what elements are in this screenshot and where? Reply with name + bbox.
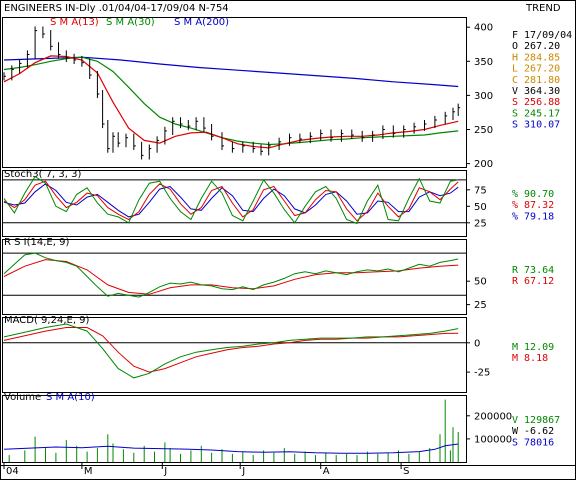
price-info-value: S 256.88 bbox=[512, 97, 560, 108]
volume-info-value: V 129867 bbox=[512, 415, 560, 426]
volume-label: Volume bbox=[4, 392, 41, 403]
legend-sma30: S M A(30) bbox=[106, 17, 155, 28]
macd-tick-label: 0 bbox=[474, 338, 480, 349]
price-info-value: L 267.20 bbox=[512, 64, 560, 75]
rsi-info-value: R 73.64 bbox=[512, 265, 554, 276]
macd-label: MACD( 9,24,E, 9) bbox=[4, 315, 90, 326]
month-tick-label: 04 bbox=[6, 466, 19, 477]
stoch-info-value: % 90.70 bbox=[512, 189, 554, 200]
price-info-value: C 281.80 bbox=[512, 75, 560, 86]
stoch-info-value: % 87.32 bbox=[512, 200, 554, 211]
macd-info-value: M 8.18 bbox=[512, 353, 548, 364]
legend-sma13: S M A(13) bbox=[50, 17, 99, 28]
stoch-tick-label: 75 bbox=[474, 185, 487, 196]
price-info-value: S 310.07 bbox=[512, 120, 560, 131]
month-tick-label: J bbox=[163, 466, 167, 477]
price-info-value: O 267.20 bbox=[512, 41, 560, 52]
stoch-tick-label: 25 bbox=[474, 218, 487, 229]
stoch-label: Stoch3( 7, 3, 3) bbox=[4, 169, 81, 180]
month-tick-label: M bbox=[84, 466, 93, 477]
volume-info-value: W -6.62 bbox=[512, 426, 554, 437]
price-info-value: F 17/09/04 bbox=[512, 30, 572, 41]
volume-sma-label: S M A(10) bbox=[46, 392, 95, 403]
price-tick-label: 200 bbox=[474, 159, 493, 170]
legend-sma200: S M A(200) bbox=[174, 17, 229, 28]
chart-svg: ENGINEERS IN-Dly .01/04/04-17/09/04 N-75… bbox=[0, 0, 576, 480]
volume-info-value: S 78016 bbox=[512, 437, 554, 448]
trend-label: TREND bbox=[525, 3, 561, 14]
price-info-value: V 364.30 bbox=[512, 86, 560, 97]
price-info-value: H 284.85 bbox=[512, 52, 560, 63]
month-tick-label: S bbox=[403, 466, 409, 477]
volume-tick-label: 100000 bbox=[474, 434, 512, 445]
rsi-tick-label: 50 bbox=[474, 277, 487, 288]
price-tick-label: 400 bbox=[474, 23, 493, 34]
month-tick-label: J bbox=[241, 466, 245, 477]
chart-page: ENGINEERS IN-Dly .01/04/04-17/09/04 N-75… bbox=[0, 0, 576, 480]
price-legend: S M A(13) S M A(30) S M A(200) bbox=[50, 17, 229, 28]
stoch-info-value: % 79.18 bbox=[512, 211, 554, 222]
macd-tick-label: -25 bbox=[474, 368, 490, 379]
rsi-tick-label: 25 bbox=[474, 300, 487, 311]
rsi-info-value: R 67.12 bbox=[512, 276, 554, 287]
price-tick-label: 250 bbox=[474, 125, 493, 136]
month-tick-label: A bbox=[323, 466, 330, 477]
price-info-value: S 245.17 bbox=[512, 108, 560, 119]
volume-tick-label: 200000 bbox=[474, 411, 512, 422]
stoch-tick-label: 50 bbox=[474, 202, 487, 213]
chart-title: ENGINEERS IN-Dly .01/04/04-17/09/04 N-75… bbox=[4, 3, 229, 14]
price-tick-label: 300 bbox=[474, 91, 493, 102]
rsi-label: R S I(14,E, 9) bbox=[4, 237, 69, 248]
macd-info-value: M 12.09 bbox=[512, 342, 554, 353]
price-tick-label: 350 bbox=[474, 57, 493, 68]
